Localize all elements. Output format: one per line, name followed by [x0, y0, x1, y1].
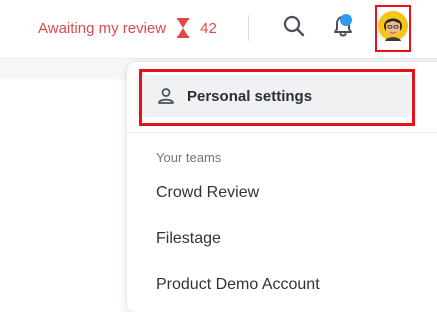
team-item-product-demo-account[interactable]: Product Demo Account [156, 276, 320, 294]
person-icon [157, 87, 175, 105]
awaiting-review-count: 42 [200, 19, 217, 37]
search-icon [283, 15, 305, 42]
avatar-button[interactable] [375, 5, 411, 52]
awaiting-review-label: Awaiting my review [38, 19, 167, 37]
hourglass-icon [176, 18, 190, 38]
top-bar: Awaiting my review 42 [0, 0, 437, 58]
search-button[interactable] [281, 15, 307, 41]
awaiting-review-link[interactable]: Awaiting my review 42 [38, 17, 217, 39]
team-item-filestage[interactable]: Filestage [156, 230, 221, 248]
notification-badge [340, 14, 352, 26]
personal-settings-label: Personal settings [187, 87, 313, 105]
your-teams-heading: Your teams [156, 150, 222, 165]
team-item-crowd-review[interactable]: Crowd Review [156, 184, 259, 202]
header-divider [248, 15, 249, 41]
personal-settings-item[interactable]: Personal settings [137, 75, 411, 117]
account-dropdown-menu: Personal settings Your teams Crowd Revie… [127, 62, 437, 312]
avatar [378, 11, 408, 46]
menu-divider [127, 132, 437, 133]
